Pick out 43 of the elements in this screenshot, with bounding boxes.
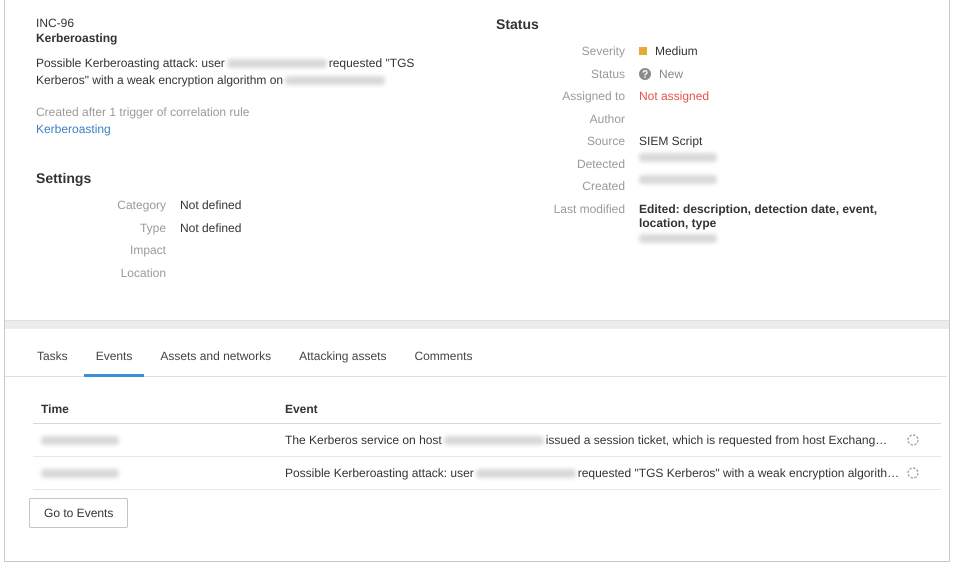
rule-link[interactable]: Kerberoasting <box>36 121 111 138</box>
incident-id: INC-96 <box>36 16 76 30</box>
field-label: Category <box>116 197 166 214</box>
column-header: Time <box>40 402 70 416</box>
field-label: Type <box>138 220 166 236</box>
field-value: Not defined <box>180 220 242 236</box>
field-label: Assigned to <box>561 88 625 105</box>
spinner-icon <box>907 467 919 479</box>
description-text: Kerberos" with a weak encryption algorithm on <box>36 72 284 89</box>
description-text: requested "TGS <box>328 55 414 72</box>
column-header: Event <box>285 402 319 416</box>
field-label: Location <box>120 264 166 282</box>
event-text: Possible Kerberoasting attack: user <box>285 466 474 480</box>
field-value: Edited: description, detection date, event, location, type <box>639 202 878 230</box>
field-value: Not defined <box>180 197 242 214</box>
event-text: requested "TGS Kerberos" with a weak encryption algorith… <box>578 466 900 480</box>
tab[interactable]: Attacking assets <box>287 345 398 377</box>
field-value: Medium <box>655 43 698 60</box>
field-value: SIEM Script <box>639 133 702 150</box>
event-text: The Kerberos service on host <box>285 433 442 447</box>
field-label: Created <box>581 178 625 195</box>
section-heading: Status <box>496 16 540 32</box>
field-label: Status <box>590 66 625 82</box>
tab[interactable]: Events <box>84 345 144 377</box>
question-icon <box>639 68 651 80</box>
go-to-events-button[interactable]: Go to Events <box>29 498 128 528</box>
origin-text: Created after 1 trigger of correlation rule <box>36 104 250 121</box>
tab[interactable]: Tasks <box>25 345 80 377</box>
field-label: Last modified <box>552 200 625 218</box>
incident-title: Kerberoasting <box>36 30 118 46</box>
field-label: Source <box>586 133 625 150</box>
field-label: Impact <box>128 242 166 259</box>
description-text: Possible Kerberoasting attack: user <box>36 55 225 72</box>
tab[interactable]: Comments <box>402 345 484 377</box>
field-label: Detected <box>576 156 625 172</box>
field-label: Author <box>588 110 625 128</box>
event-text: issued a session ticket, which is requested from host Exchang… <box>546 433 888 447</box>
field-value: New <box>659 66 684 82</box>
spinner-icon <box>907 434 919 446</box>
field-label: Severity <box>580 43 625 60</box>
tab[interactable]: Assets and networks <box>148 345 284 377</box>
section-heading: Settings <box>36 170 92 186</box>
field-value: Not assigned <box>639 88 710 105</box>
